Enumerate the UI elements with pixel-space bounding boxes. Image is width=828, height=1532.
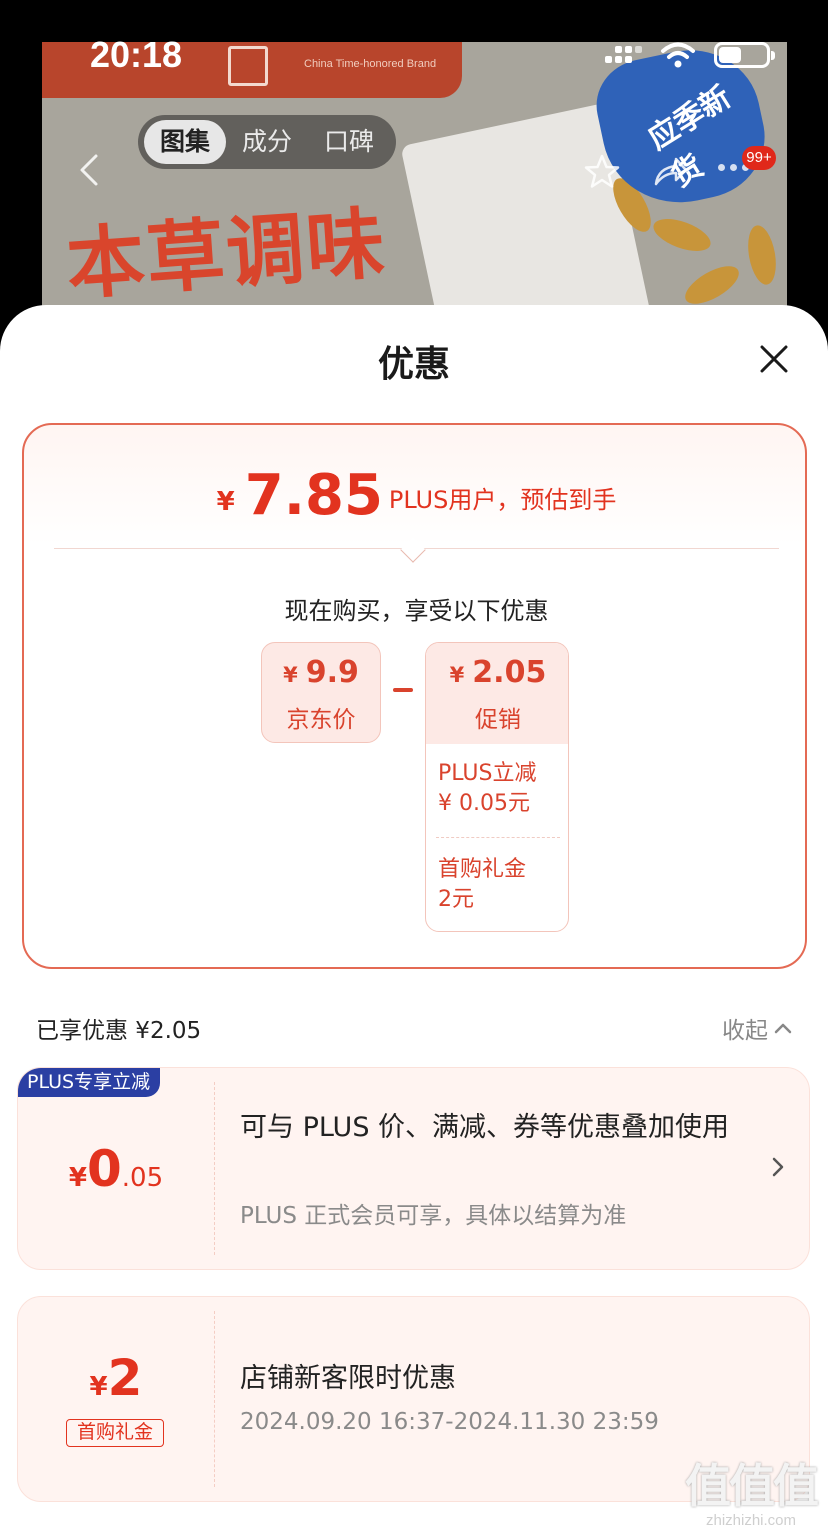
promo-currency: ¥ <box>449 663 465 687</box>
first-purchase-gift-tag: 首购礼金 <box>66 1419 164 1447</box>
battery-icon <box>714 42 775 68</box>
jd-price-label: 京东价 <box>286 707 356 733</box>
watermark-logo: 值值值 <box>685 1459 819 1513</box>
signal-icon <box>605 44 642 70</box>
jd-price-box: ¥9.9 京东价 <box>261 642 381 743</box>
sheet-title: 优惠 <box>377 344 450 385</box>
coupon-amount-area: ¥0.05 <box>18 1068 214 1269</box>
coupon-validity: 2024.09.20 16:37-2024.11.30 23:59 <box>240 1409 659 1435</box>
promo-amount: 2.05 <box>472 655 547 690</box>
grain-decoration <box>743 223 781 287</box>
divider-notch <box>400 537 426 563</box>
coupon-amount: ¥2 <box>18 1349 214 1407</box>
estimated-price: 7.85 <box>244 463 383 528</box>
collapse-label: 收起 <box>722 1018 768 1044</box>
coupon-card-plus[interactable]: ¥0.05 PLUS专享立减 可与 PLUS 价、满减、券等优惠叠加使用 PLU… <box>17 1067 810 1270</box>
promo-label: 促销 <box>475 707 521 733</box>
product-headline: 本草调味 <box>63 198 390 312</box>
favorite-star-icon[interactable] <box>582 152 622 192</box>
buy-note: 现在购买，享受以下优惠 <box>284 597 549 625</box>
estimated-price-row: ¥7.85 PLUS用户，预估到手 <box>24 463 809 528</box>
estimated-price-currency: ¥ <box>216 487 235 517</box>
plus-exclusive-tag: PLUS专享立减 <box>18 1068 161 1097</box>
grain-decoration <box>679 258 745 312</box>
back-icon[interactable] <box>74 150 104 190</box>
tab-ingredients[interactable]: 成分 <box>226 120 308 164</box>
chevron-right-icon[interactable] <box>770 1154 786 1180</box>
promo-box: ¥2.05 促销 PLUS立减 ¥ 0.05元 首购礼金 2元 <box>425 642 569 932</box>
coupon-divider <box>214 1311 215 1487</box>
product-gallery[interactable]: China Time-honored Brand 应季新货 本草调味 20:18… <box>0 0 828 330</box>
jd-price-amount: 9.9 <box>305 655 359 690</box>
promo-item-title: PLUS立减 <box>438 761 537 786</box>
close-icon[interactable] <box>754 339 794 379</box>
coupon-amount-int: 2 <box>107 1349 143 1407</box>
enjoyed-discount-total: 已享优惠 ¥2.05 <box>36 1018 202 1044</box>
coupon-amount-area: ¥2 首购礼金 <box>18 1297 214 1501</box>
coupon-divider <box>214 1082 215 1255</box>
chevron-up-icon <box>774 1023 792 1034</box>
status-time: 20:18 <box>90 34 183 75</box>
tab-reviews[interactable]: 口碑 <box>308 120 390 164</box>
coupon-amount-int: 0 <box>86 1140 122 1198</box>
discount-sheet: 优惠 ¥7.85 PLUS用户，预估到手 现在购买，享受以下优惠 ¥9.9 京东价… <box>0 305 828 1532</box>
coupon-title: 可与 PLUS 价、满减、券等优惠叠加使用 <box>240 1112 730 1143</box>
coupon-currency: ¥ <box>68 1163 87 1193</box>
estimated-price-label: PLUS用户，预估到手 <box>388 486 617 514</box>
wifi-icon <box>661 42 695 68</box>
coupon-subtitle: PLUS 正式会员可享，具体以结算为准 <box>240 1203 627 1229</box>
promo-item-value: 2元 <box>438 887 474 912</box>
coupon-amount: ¥0.05 <box>18 1140 214 1198</box>
site-watermark: 值值值 zhizhizhi.com <box>676 1450 826 1530</box>
status-bar: 20:18 <box>0 0 828 100</box>
promo-item-value: ¥ 0.05元 <box>438 791 530 816</box>
coupon-currency: ¥ <box>89 1372 108 1402</box>
gallery-tabs: 图集 成分 口碑 <box>138 115 396 169</box>
promo-item-first-purchase: 首购礼金 2元 <box>438 855 562 915</box>
share-icon[interactable] <box>650 152 690 192</box>
coupon-title: 店铺新客限时优惠 <box>240 1363 456 1394</box>
jd-price-currency: ¥ <box>283 663 298 687</box>
coupon-amount-dec: .05 <box>121 1163 164 1193</box>
promo-item-title: 首购礼金 <box>438 857 527 882</box>
message-count-badge: 99+ <box>742 146 776 170</box>
minus-sign <box>393 688 413 692</box>
promo-header: ¥2.05 促销 <box>426 643 568 744</box>
promo-item-plus: PLUS立减 ¥ 0.05元 <box>438 759 562 819</box>
tab-gallery[interactable]: 图集 <box>144 120 226 164</box>
price-breakdown-card: ¥7.85 PLUS用户，预估到手 现在购买，享受以下优惠 ¥9.9 京东价 ¥2… <box>22 423 807 969</box>
grain-decoration <box>649 212 715 258</box>
collapse-button[interactable]: 收起 <box>722 1011 792 1045</box>
promo-separator <box>436 837 560 838</box>
